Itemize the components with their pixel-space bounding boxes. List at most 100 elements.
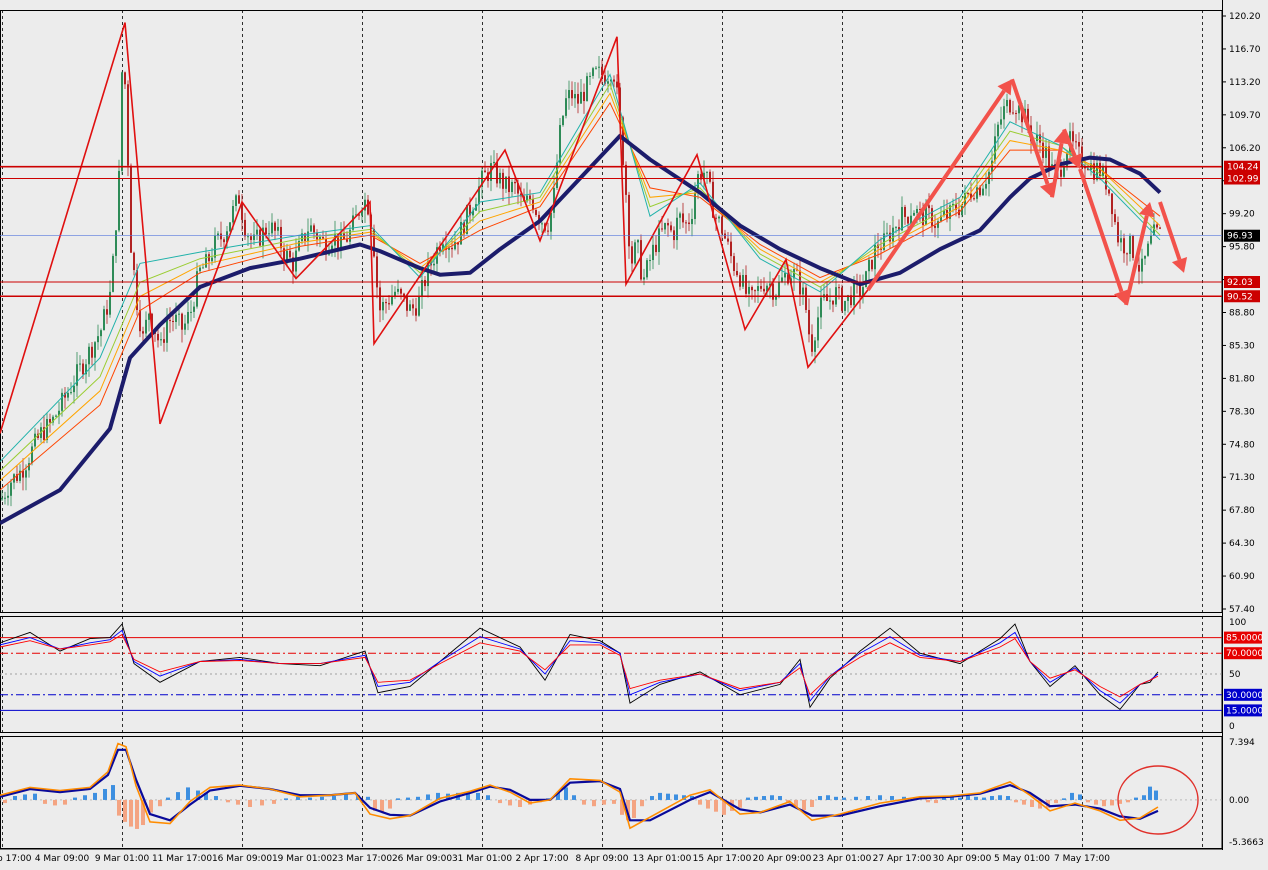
macd-histogram-bar xyxy=(344,794,348,800)
bear-candle xyxy=(1132,235,1134,258)
x-tick-label: 9 Mar 01:00 xyxy=(95,854,150,864)
bull-candle xyxy=(217,233,219,236)
bull-candle xyxy=(229,222,231,232)
ma-fan-line xyxy=(0,82,1161,472)
macd-histogram-bar xyxy=(612,799,616,804)
bear-candle xyxy=(682,213,684,223)
bull-candle xyxy=(409,304,411,311)
bear-candle xyxy=(274,222,276,231)
macd-histogram-bar xyxy=(826,795,830,800)
macd-histogram-bar xyxy=(1148,786,1152,800)
macd-histogram-bar xyxy=(878,795,882,800)
bull-candle xyxy=(649,260,651,262)
macd-histogram-bar xyxy=(998,795,1002,800)
bull-candle xyxy=(817,317,819,341)
bear-candle xyxy=(1156,224,1158,228)
macd-histogram-bar xyxy=(214,796,218,800)
bull-candle xyxy=(913,212,915,216)
bear-candle xyxy=(754,290,756,292)
bear-candle xyxy=(709,171,711,182)
macd-tick-label: -5.3663 xyxy=(1229,838,1264,848)
bull-candle xyxy=(589,75,591,77)
bear-candle xyxy=(346,239,348,242)
bear-candle xyxy=(529,195,531,200)
trading-chart[interactable]: 120.20116.70113.20109.70106.20102.7099.2… xyxy=(0,0,1268,866)
bull-candle xyxy=(658,228,660,253)
x-tick-label: 11 Mar 17:00 xyxy=(152,854,212,864)
bull-candle xyxy=(34,433,36,447)
bull-candle xyxy=(202,267,204,269)
bull-candle xyxy=(397,288,399,292)
bear-candle xyxy=(751,286,753,291)
macd-tick-label: 7.394 xyxy=(1229,738,1255,748)
trend-arrow xyxy=(1124,215,1149,306)
bear-candle xyxy=(1114,214,1116,223)
bear-candle xyxy=(133,252,135,271)
bear-candle xyxy=(628,194,630,247)
macd-histogram-bar xyxy=(1094,799,1098,805)
macd-histogram-bar xyxy=(706,799,710,809)
macd-histogram-bar xyxy=(770,795,774,800)
bear-candle xyxy=(169,320,171,322)
x-tick-label: 7 May 17:00 xyxy=(1054,854,1110,864)
macd-histogram-bar xyxy=(1078,794,1082,800)
macd-histogram-bar xyxy=(53,799,57,806)
price-panel[interactable] xyxy=(0,22,1222,525)
bear-candle xyxy=(385,301,387,304)
bear-candle xyxy=(616,81,618,88)
bull-candle xyxy=(718,216,720,219)
macd-histogram-bar xyxy=(1102,799,1106,807)
oscillator-tick-label: 100 xyxy=(1229,618,1246,628)
x-tick-label: 23 Mar 17:00 xyxy=(332,854,392,864)
bear-candle xyxy=(259,229,261,246)
bull-candle xyxy=(706,171,708,173)
macd-histogram-bar xyxy=(640,799,644,807)
bear-candle xyxy=(415,308,417,316)
bull-candle xyxy=(433,263,435,266)
macd-histogram-bar xyxy=(658,792,662,800)
bull-candle xyxy=(286,250,288,261)
macd-histogram-bar xyxy=(842,797,846,800)
macd-histogram-bar xyxy=(926,799,930,803)
bull-candle xyxy=(109,291,111,315)
macd-histogram-bar xyxy=(111,785,115,800)
macd-histogram-bar xyxy=(1154,790,1158,800)
bear-candle xyxy=(583,91,585,102)
macd-histogram-bar xyxy=(284,798,288,800)
bear-candle xyxy=(49,418,51,423)
x-tick-label: 5 May 01:00 xyxy=(994,854,1050,864)
bull-candle xyxy=(178,313,180,315)
bull-candle xyxy=(910,215,912,224)
bear-candle xyxy=(625,164,627,195)
bear-candle xyxy=(1108,189,1110,194)
macd-histogram-bar xyxy=(13,796,17,800)
y-tick-label: 78.30 xyxy=(1229,407,1255,417)
macd-histogram-bar xyxy=(129,799,133,827)
bear-candle xyxy=(613,79,615,82)
chart-canvas[interactable]: 120.20116.70113.20109.70106.20102.7099.2… xyxy=(0,0,1268,866)
bull-candle xyxy=(271,222,273,234)
bull-candle xyxy=(994,136,996,161)
x-tick-label: 27 Apr 17:00 xyxy=(873,854,932,864)
bull-candle xyxy=(982,188,984,196)
bear-candle xyxy=(934,225,936,228)
macd-histogram-bar xyxy=(332,796,336,800)
bear-candle xyxy=(1126,253,1128,255)
macd-panel[interactable] xyxy=(0,742,1222,835)
bear-candle xyxy=(127,84,129,166)
bear-candle xyxy=(106,309,108,315)
bull-candle xyxy=(541,223,543,225)
bull-candle xyxy=(10,482,12,496)
price-level-label: 90.52 xyxy=(1227,292,1253,302)
bear-candle xyxy=(577,94,579,104)
bull-candle xyxy=(493,161,495,164)
bear-candle xyxy=(157,333,159,341)
macd-histogram-bar xyxy=(602,799,606,805)
bear-candle xyxy=(22,470,24,478)
y-tick-label: 85.30 xyxy=(1229,341,1255,351)
bear-candle xyxy=(1159,227,1161,229)
bear-candle xyxy=(730,241,732,257)
macd-histogram-bar xyxy=(854,796,858,800)
bull-candle xyxy=(187,312,189,324)
oscillator-panel[interactable] xyxy=(0,623,1222,711)
